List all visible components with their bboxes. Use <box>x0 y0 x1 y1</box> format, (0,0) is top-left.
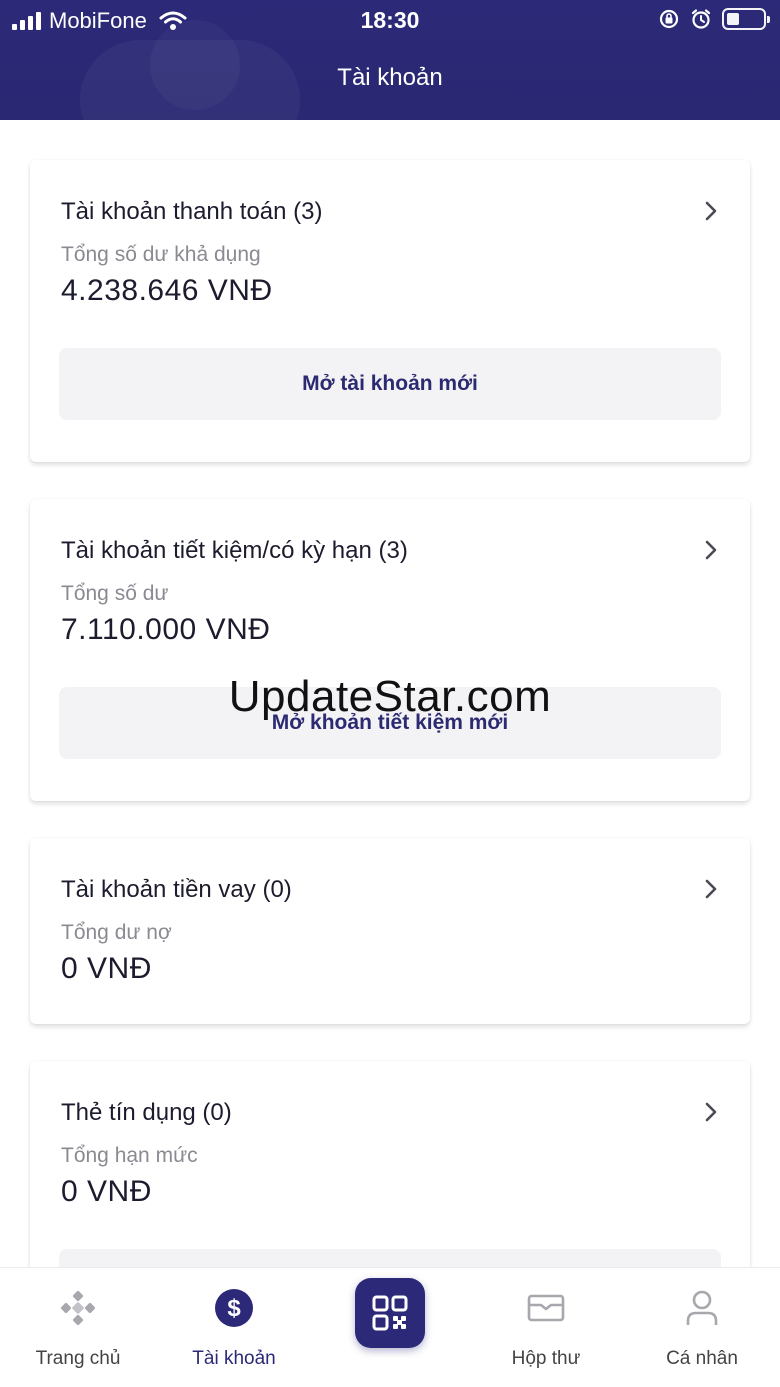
page-title: Tài khoản <box>337 64 443 91</box>
dollar-circle-icon: $ <box>215 1289 253 1327</box>
card-title: Tài khoản thanh toán (3) <box>61 198 323 225</box>
card-title: Thẻ tín dụng (0) <box>61 1099 232 1126</box>
nav-label: Hộp thư <box>511 1348 581 1369</box>
nav-item-inbox[interactable]: Hộp thư <box>468 1268 624 1387</box>
card-subtitle: Tổng số dư <box>61 582 169 605</box>
chevron-right-icon[interactable] <box>700 200 722 222</box>
qr-scan-button[interactable] <box>355 1278 425 1348</box>
card-title: Tài khoản tiết kiệm/có kỳ hạn (3) <box>61 537 408 564</box>
nav-label: Trang chủ <box>35 1348 121 1369</box>
card-subtitle: Tổng hạn mức <box>61 1144 198 1167</box>
card-amount: 0 VNĐ <box>61 952 152 985</box>
nav-item-accounts[interactable]: $ Tài khoản <box>156 1268 312 1387</box>
alarm-icon <box>691 9 711 29</box>
mail-icon <box>527 1294 565 1322</box>
card-amount: 7.110.000 VNĐ <box>61 613 271 646</box>
qr-code-icon <box>372 1295 408 1331</box>
chevron-right-icon[interactable] <box>700 1101 722 1123</box>
card-subtitle: Tổng dư nợ <box>61 921 172 944</box>
battery-icon <box>722 8 770 30</box>
svg-text:$: $ <box>227 1295 241 1322</box>
payment-accounts-card[interactable]: Tài khoản thanh toán (3) Tổng số dư khả … <box>30 160 750 462</box>
card-subtitle: Tổng số dư khả dụng <box>61 243 261 266</box>
card-amount: 0 VNĐ <box>61 1175 152 1208</box>
bottom-nav: Trang chủ $ Tài khoản Hộp thư Cá nhân <box>0 1267 780 1387</box>
status-right <box>658 8 770 30</box>
nav-item-home[interactable]: Trang chủ <box>0 1268 156 1387</box>
person-icon <box>686 1290 718 1325</box>
card-amount: 4.238.646 VNĐ <box>61 274 273 307</box>
rotation-lock-icon <box>659 9 679 29</box>
nav-item-profile[interactable]: Cá nhân <box>624 1268 780 1387</box>
savings-accounts-card[interactable]: Tài khoản tiết kiệm/có kỳ hạn (3) Tổng s… <box>30 499 750 801</box>
nav-label: Cá nhân <box>666 1348 738 1369</box>
home-diamond-icon <box>60 1290 96 1326</box>
open-account-button[interactable]: Mở tài khoản mới <box>59 348 721 420</box>
nav-label: Tài khoản <box>192 1348 276 1369</box>
header: MobiFone 18:30 Tài khoản <box>0 0 780 120</box>
card-title: Tài khoản tiền vay (0) <box>61 876 292 903</box>
accounts-screen: MobiFone 18:30 Tài khoản Tài khoản thanh… <box>0 0 780 1387</box>
loan-accounts-card[interactable]: Tài khoản tiền vay (0) Tổng dư nợ 0 VNĐ <box>30 838 750 1024</box>
chevron-right-icon[interactable] <box>700 539 722 561</box>
status-bar: MobiFone 18:30 <box>0 0 780 40</box>
watermark: UpdateStar.com <box>228 672 552 721</box>
chevron-right-icon[interactable] <box>700 878 722 900</box>
